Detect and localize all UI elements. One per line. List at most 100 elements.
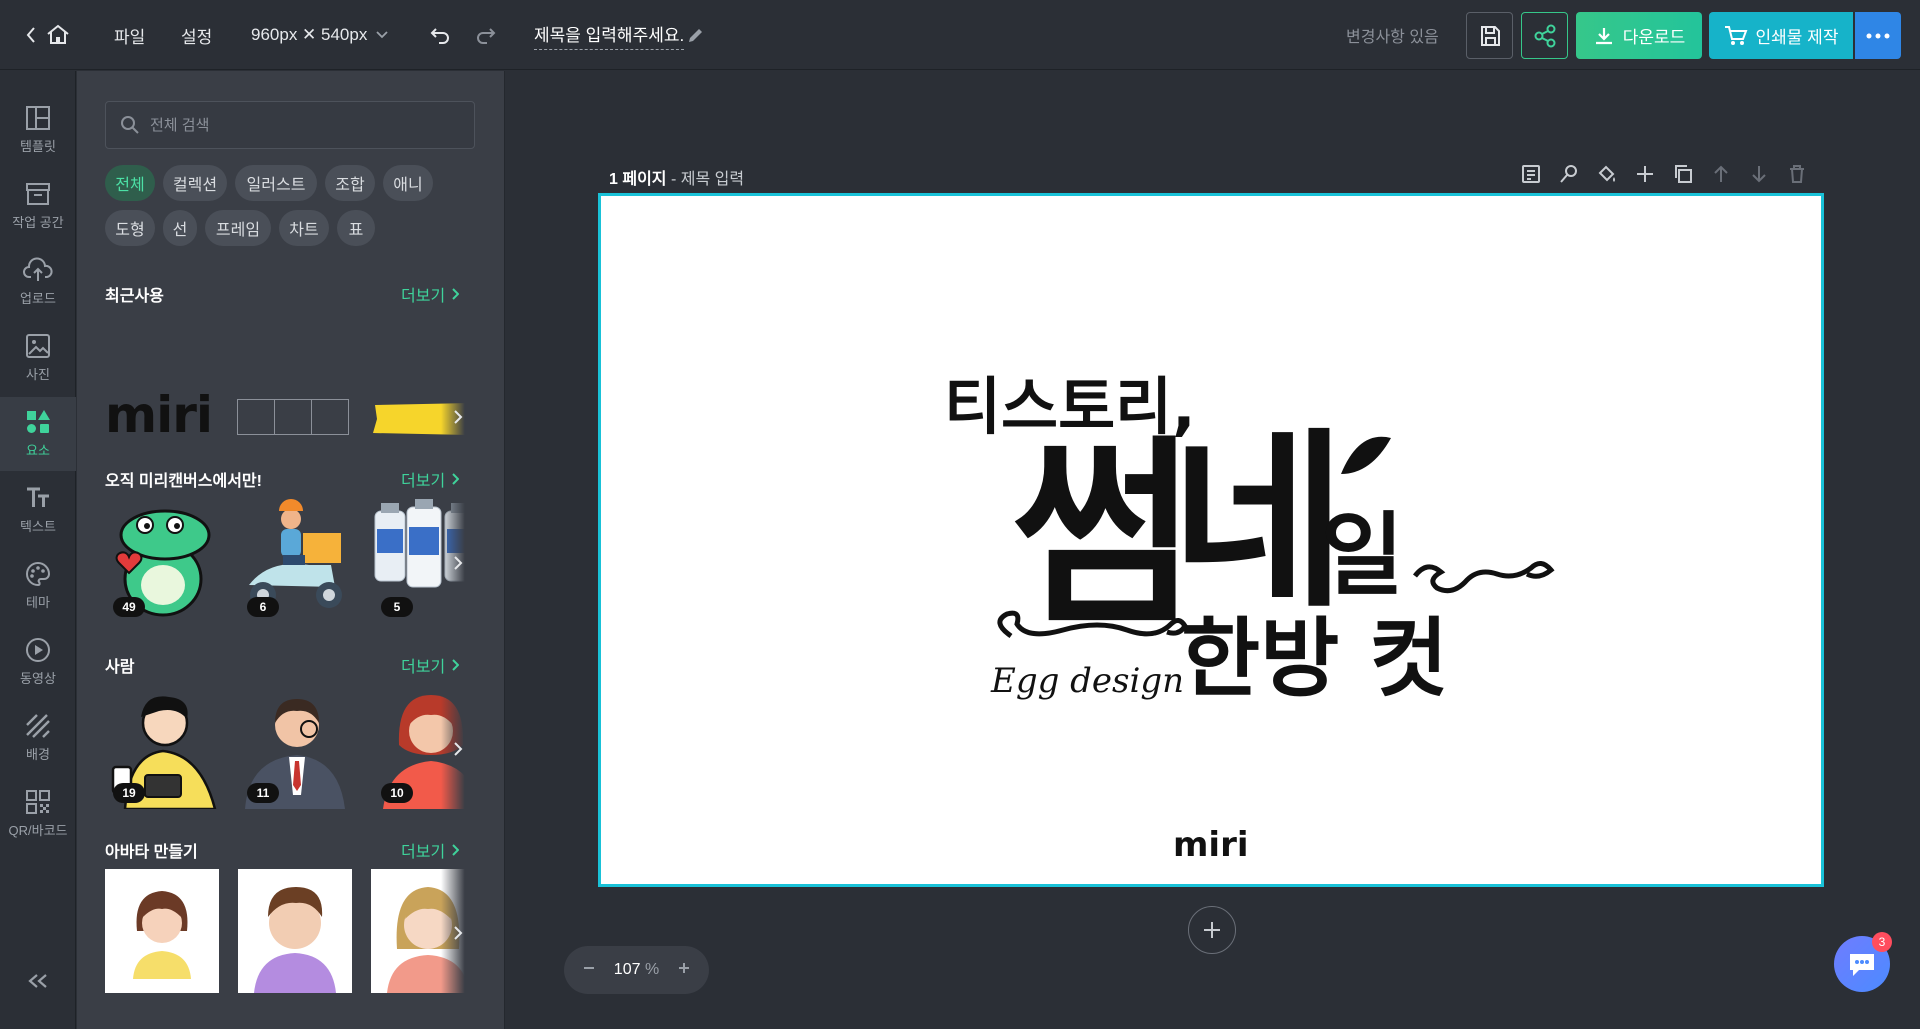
chevron-right-icon [452, 659, 460, 671]
arrow-up-icon [1714, 165, 1728, 182]
back-home-button[interactable] [24, 0, 76, 70]
scroll-right-button[interactable] [441, 387, 475, 447]
elements-panel: 전체 컬렉션 일러스트 조합 애니 도형 선 프레임 차트 표 최근사용 더보기… [77, 71, 505, 1029]
chip-table[interactable]: 표 [337, 210, 375, 246]
rail-item-elements[interactable]: 요소 [0, 397, 76, 471]
item-count-badge: 6 [247, 597, 279, 617]
recent-item-miri-logo[interactable]: miri [105, 387, 225, 447]
qr-icon [26, 790, 50, 814]
upload-icon [23, 257, 53, 281]
undo-button[interactable] [428, 0, 452, 70]
thumb-crocodile[interactable]: 49 [105, 499, 219, 623]
rail-item-qr[interactable]: QR/바코드 [0, 777, 76, 851]
recent-item-grid-frame[interactable] [237, 399, 349, 435]
scroll-right-button[interactable] [441, 869, 475, 997]
chip-line[interactable]: 선 [163, 210, 197, 246]
zoom-out-button[interactable] [582, 961, 596, 980]
thumb-avatar-girl[interactable] [105, 869, 219, 993]
item-count-badge: 10 [381, 783, 413, 803]
item-count-badge: 19 [113, 783, 145, 803]
plus-icon [1204, 922, 1220, 938]
design-page[interactable]: 티스토리, 썸 네 일 한방 컷 Egg design miri [598, 193, 1824, 887]
page-header[interactable]: 1 페이지 - 제목 입력 [609, 165, 744, 189]
page-fill-button[interactable] [1595, 162, 1619, 186]
canvas-size-select[interactable]: 960px ✕ 540px [251, 0, 389, 70]
page-add-button[interactable] [1633, 162, 1657, 186]
rail-item-video[interactable]: 동영상 [0, 625, 76, 699]
chip-animation[interactable]: 애니 [383, 165, 433, 201]
collapse-panel-button[interactable] [0, 961, 76, 1001]
rail-item-photo[interactable]: 사진 [0, 321, 76, 395]
page-delete-button[interactable] [1785, 162, 1809, 186]
chip-frame[interactable]: 프레임 [205, 210, 271, 246]
chip-illustration[interactable]: 일러스트 [235, 165, 317, 201]
scroll-right-button[interactable] [441, 499, 475, 627]
trash-icon [1790, 165, 1804, 183]
cart-icon [1724, 25, 1747, 45]
scroll-right-button[interactable] [441, 685, 475, 813]
thumb-delivery-scooter[interactable]: 6 [239, 499, 353, 623]
edit-title-button[interactable] [686, 0, 706, 70]
design-signature[interactable]: Egg design [990, 661, 1184, 701]
rail-item-upload[interactable]: 업로드 [0, 245, 76, 319]
chevron-right-icon [452, 288, 460, 300]
chip-collection[interactable]: 컬렉션 [163, 165, 227, 201]
rail-item-text[interactable]: 텍스트 [0, 473, 76, 547]
zoom-in-button[interactable] [677, 961, 691, 980]
design-footer-logo[interactable]: miri [1173, 825, 1249, 865]
chip-shape[interactable]: 도형 [105, 210, 155, 246]
search-box[interactable] [105, 101, 475, 149]
minus-icon [584, 966, 594, 969]
thumb-person-suit[interactable]: 11 [239, 685, 353, 809]
chip-chart[interactable]: 차트 [279, 210, 329, 246]
rail-label: 배경 [26, 747, 50, 762]
share-button[interactable] [1521, 12, 1568, 59]
design-text-big2[interactable]: 네 [1171, 412, 1346, 633]
rail-item-workspace[interactable]: 작업 공간 [0, 169, 76, 243]
avatar-girl-illustration [133, 891, 191, 979]
page-title[interactable]: 제목 입력 [681, 171, 744, 188]
design-text-small1[interactable]: 일 [1321, 503, 1404, 608]
memo-icon [1522, 165, 1540, 183]
add-page-button[interactable] [1188, 906, 1236, 954]
menu-settings[interactable]: 설정 [181, 0, 212, 70]
page-move-up-button[interactable] [1709, 162, 1733, 186]
page-memo-button[interactable] [1519, 162, 1543, 186]
more-options-button[interactable] [1855, 12, 1901, 59]
more-link-avatar[interactable]: 더보기 [401, 838, 460, 862]
page-move-down-button[interactable] [1747, 162, 1771, 186]
thumb-person-coffee[interactable]: 19 [105, 685, 219, 809]
more-link-people[interactable]: 더보기 [401, 653, 460, 677]
search-input[interactable] [150, 116, 450, 134]
chip-combination[interactable]: 조합 [325, 165, 375, 201]
print-order-button[interactable]: 인쇄물 제작 [1709, 12, 1853, 59]
search-icon [121, 116, 139, 134]
thumb-avatar-boy[interactable] [238, 869, 352, 993]
design-leaf-ornament [1341, 436, 1391, 474]
more-link-recent[interactable]: 더보기 [401, 282, 460, 306]
document-title-input[interactable]: 제목을 입력해주세요. [534, 20, 685, 50]
rail-label: 사진 [26, 367, 50, 382]
rail-label: QR/바코드 [8, 823, 68, 838]
rail-item-background[interactable]: 배경 [0, 701, 76, 775]
rail-item-theme[interactable]: 테마 [0, 549, 76, 623]
save-status: 변경사항 있음 [1346, 29, 1439, 46]
redo-button[interactable] [474, 0, 498, 70]
chip-all[interactable]: 전체 [105, 165, 155, 201]
design-text-big1[interactable]: 썸 [1011, 419, 1195, 652]
zoom-readout[interactable]: 107 % [614, 961, 659, 979]
section-title-only-miri: 오직 미리캔버스에서만! [105, 473, 262, 490]
more-label: 더보기 [401, 288, 446, 305]
more-label: 더보기 [401, 844, 446, 861]
save-button[interactable] [1466, 12, 1513, 59]
page-magic-button[interactable] [1557, 162, 1581, 186]
rail-item-template[interactable]: 템플릿 [0, 93, 76, 167]
video-icon [26, 638, 50, 662]
page-duplicate-button[interactable] [1671, 162, 1695, 186]
design-text-line3[interactable]: 한방 컷 [1181, 609, 1448, 709]
chevron-right-icon [452, 473, 460, 485]
more-link-only-miri[interactable]: 더보기 [401, 467, 460, 491]
download-button[interactable]: 다운로드 [1576, 12, 1702, 59]
menu-file[interactable]: 파일 [114, 0, 145, 70]
download-icon [1595, 27, 1612, 44]
